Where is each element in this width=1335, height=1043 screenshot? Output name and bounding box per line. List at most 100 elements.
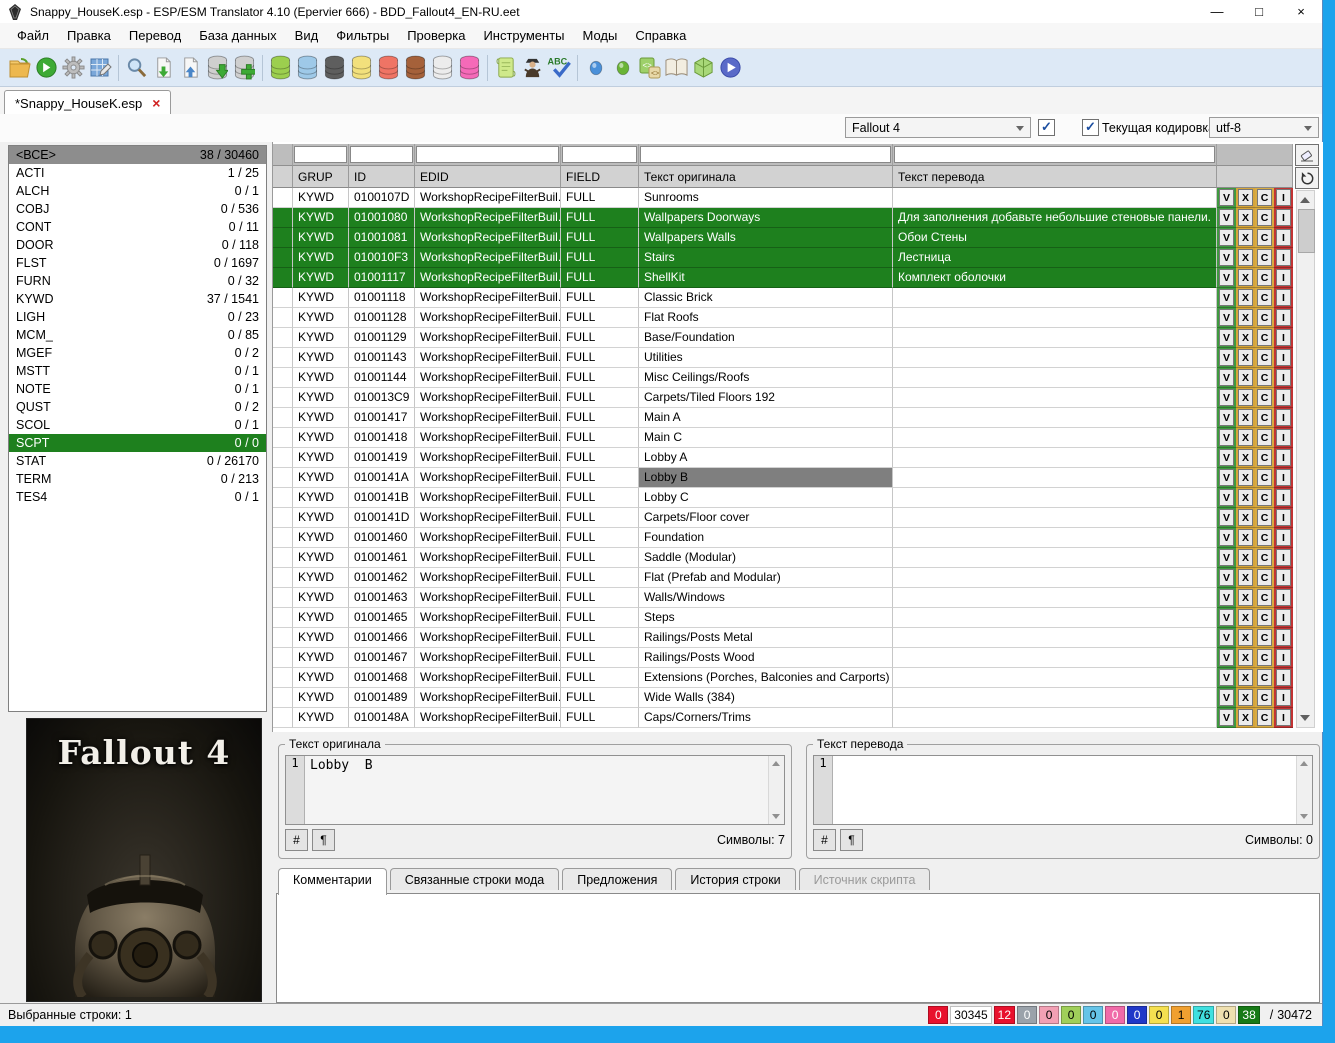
row-marker[interactable] [273, 488, 293, 508]
cell-translation-text[interactable] [893, 368, 1217, 388]
cell-original-text[interactable]: Stairs [639, 248, 893, 268]
cell-translation-text[interactable]: Лестница [893, 248, 1217, 268]
cell-original-text[interactable]: Base/Foundation [639, 328, 893, 348]
maximize-button[interactable]: □ [1238, 0, 1280, 23]
ignore-row-button[interactable]: I [1274, 228, 1293, 248]
cell-id[interactable]: 0100141D [349, 508, 415, 528]
record-group-item[interactable]: ALCH 0 / 1 [9, 182, 266, 200]
cell-translation-text[interactable] [893, 308, 1217, 328]
cell-translation-text[interactable]: Обои Стены [893, 228, 1217, 248]
row-marker[interactable] [273, 248, 293, 268]
ignore-row-button[interactable]: I [1274, 288, 1293, 308]
cell-id[interactable]: 01001081 [349, 228, 415, 248]
cell-field[interactable]: FULL [561, 308, 639, 328]
cell-edid[interactable]: WorkshopRecipeFilterBuil... [415, 288, 561, 308]
cell-edid[interactable]: WorkshopRecipeFilterBuil... [415, 448, 561, 468]
cell-translation-text[interactable] [893, 488, 1217, 508]
cell-original-text[interactable]: Wide Walls (384) [639, 688, 893, 708]
record-group-item[interactable]: QUST 0 / 2 [9, 398, 266, 416]
row-marker[interactable] [273, 308, 293, 328]
cell-edid[interactable]: WorkshopRecipeFilterBuil... [415, 208, 561, 228]
play-icon[interactable] [717, 54, 744, 82]
row-marker[interactable] [273, 708, 293, 728]
cell-field[interactable]: FULL [561, 208, 639, 228]
green-dot-icon[interactable] [609, 54, 636, 82]
cell-grup[interactable]: KYWD [293, 608, 349, 628]
row-marker[interactable] [273, 688, 293, 708]
cell-grup[interactable]: KYWD [293, 408, 349, 428]
reject-row-button[interactable]: X [1236, 608, 1255, 628]
reject-row-button[interactable]: X [1236, 588, 1255, 608]
cell-id[interactable]: 01001419 [349, 448, 415, 468]
row-marker[interactable] [273, 288, 293, 308]
cell-edid[interactable]: WorkshopRecipeFilterBuil... [415, 428, 561, 448]
header-translation[interactable]: Текст перевода [893, 166, 1217, 188]
cell-id[interactable]: 01001460 [349, 528, 415, 548]
reject-row-button[interactable]: X [1236, 428, 1255, 448]
cell-original-text[interactable]: Lobby C [639, 488, 893, 508]
cell-field[interactable]: FULL [561, 668, 639, 688]
reject-row-button[interactable]: X [1236, 568, 1255, 588]
scroll-down-icon[interactable] [1300, 715, 1310, 721]
cell-id[interactable]: 01001144 [349, 368, 415, 388]
cell-original-text[interactable]: Lobby A [639, 448, 893, 468]
row-marker[interactable] [273, 188, 293, 208]
validate-row-button[interactable]: V [1217, 208, 1236, 228]
cell-id[interactable]: 01001463 [349, 588, 415, 608]
record-group-item[interactable]: FURN 0 / 32 [9, 272, 266, 290]
encoding-select[interactable]: utf-8 [1209, 117, 1319, 138]
filter-translation-input[interactable] [894, 146, 1215, 163]
copy-row-button[interactable]: C [1255, 408, 1274, 428]
editor-scrollbar[interactable] [1296, 756, 1312, 824]
cell-original-text[interactable]: Wallpapers Walls [639, 228, 893, 248]
cell-translation-text[interactable] [893, 448, 1217, 468]
cell-original-text[interactable]: Classic Brick [639, 288, 893, 308]
bottom-tab[interactable]: Источник скрипта [799, 868, 931, 890]
row-marker[interactable] [273, 268, 293, 288]
cell-original-text[interactable]: Lobby B [639, 468, 893, 488]
validate-row-button[interactable]: V [1217, 628, 1236, 648]
scroll-down-icon[interactable] [1300, 814, 1308, 819]
reject-row-button[interactable]: X [1236, 228, 1255, 248]
validate-row-button[interactable]: V [1217, 248, 1236, 268]
cell-grup[interactable]: KYWD [293, 208, 349, 228]
ignore-row-button[interactable]: I [1274, 488, 1293, 508]
cell-edid[interactable]: WorkshopRecipeFilterBuil... [415, 548, 561, 568]
menu-item[interactable]: Правка [58, 25, 120, 46]
cell-edid[interactable]: WorkshopRecipeFilterBuil... [415, 668, 561, 688]
cell-field[interactable]: FULL [561, 368, 639, 388]
cell-translation-text[interactable] [893, 588, 1217, 608]
cell-original-text[interactable]: Caps/Corners/Trims [639, 708, 893, 728]
menu-item[interactable]: Инструменты [474, 25, 573, 46]
reject-row-button[interactable]: X [1236, 508, 1255, 528]
cell-grup[interactable]: KYWD [293, 448, 349, 468]
cell-translation-text[interactable] [893, 708, 1217, 728]
db-import-icon[interactable] [204, 54, 231, 82]
original-text-editor[interactable]: 1 Lobby B [285, 755, 785, 825]
cell-id[interactable]: 01001466 [349, 628, 415, 648]
cell-field[interactable]: FULL [561, 228, 639, 248]
cell-id[interactable]: 010010F3 [349, 248, 415, 268]
filter-grup-input[interactable] [294, 146, 347, 163]
copy-row-button[interactable]: C [1255, 708, 1274, 728]
reject-row-button[interactable]: X [1236, 208, 1255, 228]
menu-item[interactable]: Файл [8, 25, 58, 46]
reject-row-button[interactable]: X [1236, 468, 1255, 488]
ignore-row-button[interactable]: I [1274, 648, 1293, 668]
record-group-item[interactable]: STAT 0 / 26170 [9, 452, 266, 470]
menu-item[interactable]: База данных [190, 25, 285, 46]
header-original[interactable]: Текст оригинала [639, 166, 893, 188]
row-marker[interactable] [273, 328, 293, 348]
cell-id[interactable]: 01001461 [349, 548, 415, 568]
record-group-item[interactable]: MCM_ 0 / 85 [9, 326, 266, 344]
cell-field[interactable]: FULL [561, 468, 639, 488]
reject-row-button[interactable]: X [1236, 668, 1255, 688]
record-group-item[interactable]: TES4 0 / 1 [9, 488, 266, 506]
copy-row-button[interactable]: C [1255, 568, 1274, 588]
cell-translation-text[interactable] [893, 388, 1217, 408]
validate-row-button[interactable]: V [1217, 688, 1236, 708]
cell-original-text[interactable]: Walls/Windows [639, 588, 893, 608]
table-vertical-scrollbar[interactable] [1296, 190, 1315, 728]
cell-grup[interactable]: KYWD [293, 268, 349, 288]
cell-field[interactable]: FULL [561, 288, 639, 308]
